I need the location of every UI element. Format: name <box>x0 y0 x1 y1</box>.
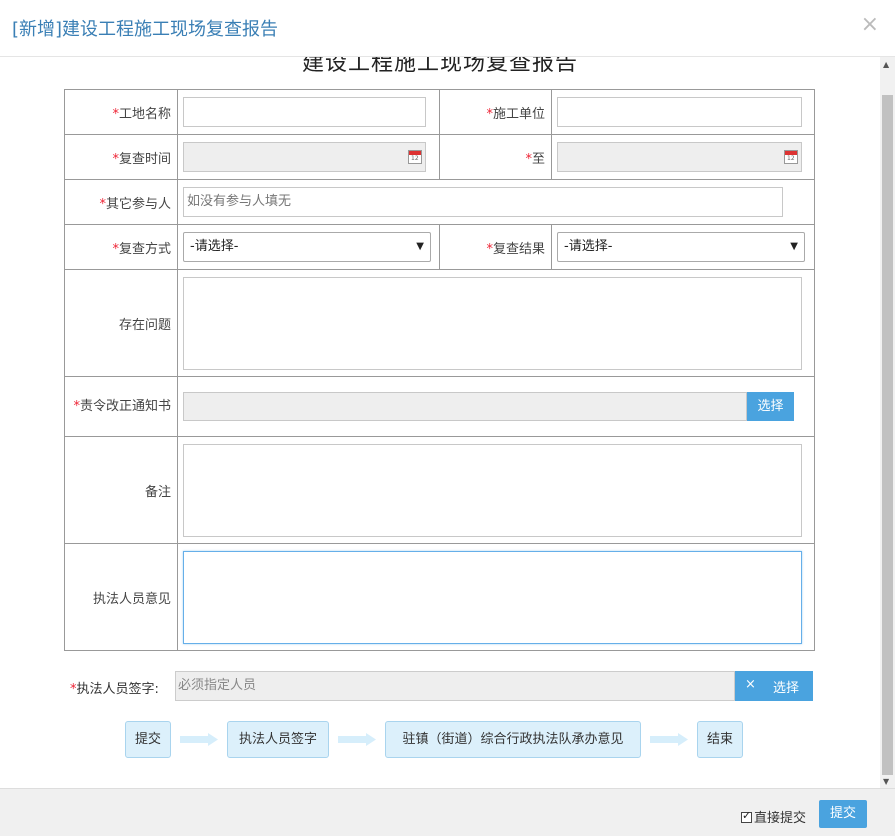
construction-unit-label: *施工单位 <box>439 89 552 135</box>
flow-arrow-icon <box>338 733 376 746</box>
calendar-icon[interactable] <box>408 150 422 164</box>
officer-opinion-label: 执法人员意见 <box>64 543 178 651</box>
other-participants-input[interactable]: 如没有参与人填无 <box>183 187 783 217</box>
dialog: [新增]建设工程施工现场复查报告 × 建设工程施工现场复查报告 *工地名称 *施… <box>0 0 895 836</box>
review-result-select[interactable]: -请选择- ▼ <box>557 232 805 262</box>
review-method-select[interactable]: -请选择- ▼ <box>183 232 431 262</box>
review-time-input[interactable] <box>183 142 426 172</box>
flow-step-officer-sign: 执法人员签字 <box>227 721 329 758</box>
clear-icon[interactable]: × <box>745 677 756 692</box>
scroll-up-icon[interactable]: ▲ <box>883 60 889 69</box>
workflow-steps: 提交 执法人员签字 驻镇（街道）综合行政执法队承办意见 结束 <box>0 721 880 761</box>
rectification-notice-label: *责令改正通知书 <box>64 376 178 437</box>
dialog-footer: 直接提交 提交 <box>0 788 895 836</box>
flow-arrow-icon <box>650 733 688 746</box>
signature-label: *执法人员签字: <box>70 682 159 697</box>
other-participants-label: *其它参与人 <box>64 179 178 225</box>
vertical-scrollbar[interactable]: ▲ ▼ <box>880 57 895 788</box>
direct-submit-checkbox[interactable]: 直接提交 <box>741 807 806 826</box>
review-result-label: *复查结果 <box>439 224 552 270</box>
rectification-notice-input[interactable] <box>183 391 747 421</box>
direct-submit-label: 直接提交 <box>754 811 807 826</box>
site-name-input[interactable] <box>183 97 426 127</box>
scrollbar-thumb[interactable] <box>882 95 893 775</box>
rectification-choose-button[interactable]: 选择 <box>747 391 794 421</box>
report-title: 建设工程施工现场复查报告 <box>301 57 578 76</box>
submit-button[interactable]: 提交 <box>819 800 867 828</box>
issues-label: 存在问题 <box>64 269 178 377</box>
flow-arrow-icon <box>180 733 218 746</box>
close-icon[interactable]: × <box>861 14 879 36</box>
to-date-input[interactable] <box>557 142 802 172</box>
signature-input[interactable]: 必须指定人员 <box>175 671 735 701</box>
calendar-icon[interactable] <box>784 150 798 164</box>
dialog-title: [新增]建设工程施工现场复查报告 <box>12 19 279 40</box>
flow-step-end: 结束 <box>697 721 743 758</box>
signature-button-group: × 选择 <box>735 671 813 701</box>
remarks-label: 备注 <box>64 436 178 544</box>
dialog-header: [新增]建设工程施工现场复查报告 × <box>0 0 895 57</box>
to-label: *至 <box>439 134 552 180</box>
review-method-label: *复查方式 <box>64 224 178 270</box>
checkbox-icon[interactable] <box>741 809 752 823</box>
remarks-textarea[interactable] <box>183 443 802 537</box>
signature-placeholder: 必须指定人员 <box>178 678 257 693</box>
review-time-label: *复查时间 <box>64 134 178 180</box>
chevron-down-icon: ▼ <box>790 241 798 252</box>
other-participants-placeholder: 如没有参与人填无 <box>187 194 292 209</box>
signature-row: *执法人员签字: 必须指定人员 × 选择 <box>0 671 880 701</box>
officer-opinion-textarea[interactable] <box>183 550 802 644</box>
signature-choose-button[interactable]: 选择 <box>773 677 799 696</box>
dialog-body[interactable]: 建设工程施工现场复查报告 *工地名称 *施工单位 *复查时间 *至 *其它参与人… <box>0 57 880 788</box>
flow-step-submit: 提交 <box>125 721 171 758</box>
flow-step-team-opinion: 驻镇（街道）综合行政执法队承办意见 <box>385 721 641 758</box>
site-name-label: *工地名称 <box>64 89 178 135</box>
chevron-down-icon: ▼ <box>416 241 424 252</box>
construction-unit-input[interactable] <box>557 97 802 127</box>
report-form: *工地名称 *施工单位 *复查时间 *至 *其它参与人 如没有参与人填无 *复查… <box>64 89 815 651</box>
issues-textarea[interactable] <box>183 276 802 370</box>
scroll-down-icon[interactable]: ▼ <box>883 777 889 786</box>
